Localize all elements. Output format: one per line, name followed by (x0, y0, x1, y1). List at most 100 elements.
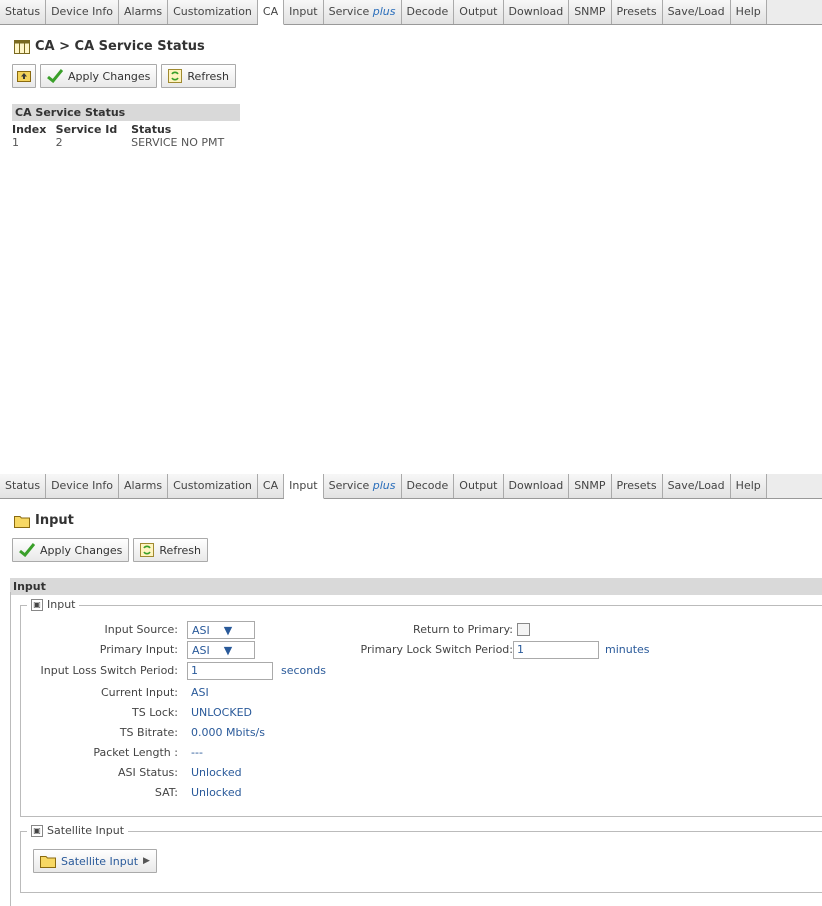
input-source-select[interactable]: ASI ▼ (187, 621, 255, 639)
primary-input-label: Primary Input: (99, 643, 178, 656)
tab-customization[interactable]: Customization (168, 0, 258, 24)
tab-status[interactable]: Status (0, 474, 47, 498)
return-primary-label: Return to Primary: (413, 623, 513, 636)
tab-bar: Status Device Info Alarms Customization … (0, 474, 822, 499)
page-title-text: CA > CA Service Status (35, 39, 205, 54)
tab-save-load[interactable]: Save/Load (662, 474, 731, 498)
loss-switch-input[interactable]: 1 (187, 662, 273, 680)
tab-help[interactable]: Help (730, 474, 767, 498)
checkmark-icon (47, 69, 63, 83)
checkmark-icon (19, 543, 35, 557)
tab-service-label: Service (328, 479, 370, 492)
dropdown-arrow-icon: ▼ (223, 643, 233, 657)
tab-download[interactable]: Download (503, 0, 570, 24)
page-title: Input (14, 513, 822, 528)
cell-index: 1 (12, 136, 19, 149)
input-group: ▣ Input Input Source: ASI ▼ Primary Inpu… (20, 598, 822, 817)
tab-snmp[interactable]: SNMP (569, 474, 612, 498)
refresh-label: Refresh (187, 69, 229, 83)
satellite-group-legend: ▣ Satellite Input (27, 824, 129, 837)
tab-presets[interactable]: Presets (611, 0, 663, 24)
refresh-button[interactable]: Refresh (133, 538, 208, 562)
primary-input-select[interactable]: ASI ▼ (187, 641, 255, 659)
apply-changes-label: Apply Changes (40, 543, 123, 557)
ts-lock-value: UNLOCKED (191, 706, 252, 719)
arrow-right-icon: ▶ (143, 856, 150, 866)
packet-length-label: Packet Length : (93, 746, 178, 759)
satellite-input-group: ▣ Satellite Input Satellite Input ▶ (20, 824, 822, 893)
apply-changes-label: Apply Changes (68, 69, 151, 83)
loss-switch-label: Input Loss Switch Period: (40, 664, 178, 677)
ts-lock-label: TS Lock: (132, 706, 178, 719)
collapse-icon[interactable]: ▣ (31, 598, 43, 611)
refresh-button[interactable]: Refresh (161, 64, 236, 88)
tab-bar: Status Device Info Alarms Customization … (0, 0, 822, 25)
tab-output[interactable]: Output (454, 0, 504, 24)
sat-label: SAT: (154, 786, 178, 799)
folder-icon (40, 856, 56, 868)
tab-plus-label: plus (372, 479, 396, 492)
ca-panel: Status Device Info Alarms Customization … (0, 0, 822, 163)
cell-status: SERVICE NO PMT (131, 136, 225, 149)
tab-service-plus[interactable]: Service plus (323, 474, 402, 498)
primary-input-value: ASI (192, 643, 210, 657)
collapse-icon[interactable]: ▣ (31, 824, 43, 837)
input-group-legend: ▣ Input (27, 598, 80, 611)
up-folder-icon (17, 71, 31, 82)
asi-status-label: ASI Status: (117, 766, 178, 779)
satellite-input-button[interactable]: Satellite Input ▶ (33, 849, 157, 873)
primary-lock-unit: minutes (605, 643, 650, 656)
tab-ca[interactable]: CA (257, 0, 285, 25)
tab-status[interactable]: Status (0, 0, 47, 24)
tab-snmp[interactable]: SNMP (569, 0, 612, 24)
section-header: CA Service Status (12, 104, 240, 121)
tab-output[interactable]: Output (454, 474, 504, 498)
tab-service-label: Service (328, 5, 370, 18)
primary-lock-label: Primary Lock Switch Period: (360, 643, 513, 656)
section-header: Input (10, 578, 822, 595)
refresh-label: Refresh (159, 543, 201, 557)
tab-decode[interactable]: Decode (401, 474, 455, 498)
tab-download[interactable]: Download (503, 474, 570, 498)
tab-customization[interactable]: Customization (168, 474, 258, 498)
current-input-value: ASI (191, 686, 209, 699)
cell-service-id: 2 (55, 136, 63, 149)
tab-alarms[interactable]: Alarms (119, 0, 169, 24)
tab-decode[interactable]: Decode (401, 0, 455, 24)
dropdown-arrow-icon: ▼ (223, 623, 233, 637)
page-title: CA > CA Service Status (14, 39, 822, 54)
return-primary-checkbox[interactable] (517, 623, 530, 636)
page-title-text: Input (35, 513, 74, 528)
tab-presets[interactable]: Presets (611, 474, 663, 498)
satellite-group-title: Satellite Input (47, 824, 125, 837)
current-input-label: Current Input: (101, 686, 178, 699)
satellite-input-label: Satellite Input (61, 854, 139, 868)
up-folder-button[interactable] (12, 64, 36, 88)
left-border (10, 592, 11, 906)
tab-ca[interactable]: CA (257, 474, 285, 498)
tab-input[interactable]: Input (284, 0, 324, 24)
tab-save-load[interactable]: Save/Load (662, 0, 731, 24)
tab-help[interactable]: Help (730, 0, 767, 24)
input-panel: Status Device Info Alarms Customization … (0, 474, 822, 906)
primary-lock-input[interactable]: 1 (513, 641, 599, 659)
tab-service-plus[interactable]: Service plus (323, 0, 402, 24)
table-row: 1 2 SERVICE NO PMT (12, 136, 240, 149)
sat-value: Unlocked (191, 786, 242, 799)
tab-input[interactable]: Input (284, 474, 324, 499)
tab-device-info[interactable]: Device Info (46, 474, 119, 498)
apply-changes-button[interactable]: Apply Changes (12, 538, 130, 562)
apply-changes-button[interactable]: Apply Changes (40, 64, 158, 88)
column-header-index: Index (12, 123, 47, 136)
input-group-title: Input (47, 598, 76, 611)
input-source-label: Input Source: (104, 623, 178, 636)
table-header-row: Index Service Id Status (12, 121, 240, 136)
ts-bitrate-value: 0.000 Mbits/s (191, 726, 265, 739)
toolbar: Apply Changes Refresh (12, 64, 822, 88)
packet-length-value: --- (191, 746, 203, 759)
loss-switch-unit: seconds (281, 664, 326, 677)
tab-device-info[interactable]: Device Info (46, 0, 119, 24)
tab-alarms[interactable]: Alarms (119, 474, 169, 498)
tab-plus-label: plus (372, 5, 396, 18)
column-header-status: Status (131, 123, 172, 136)
